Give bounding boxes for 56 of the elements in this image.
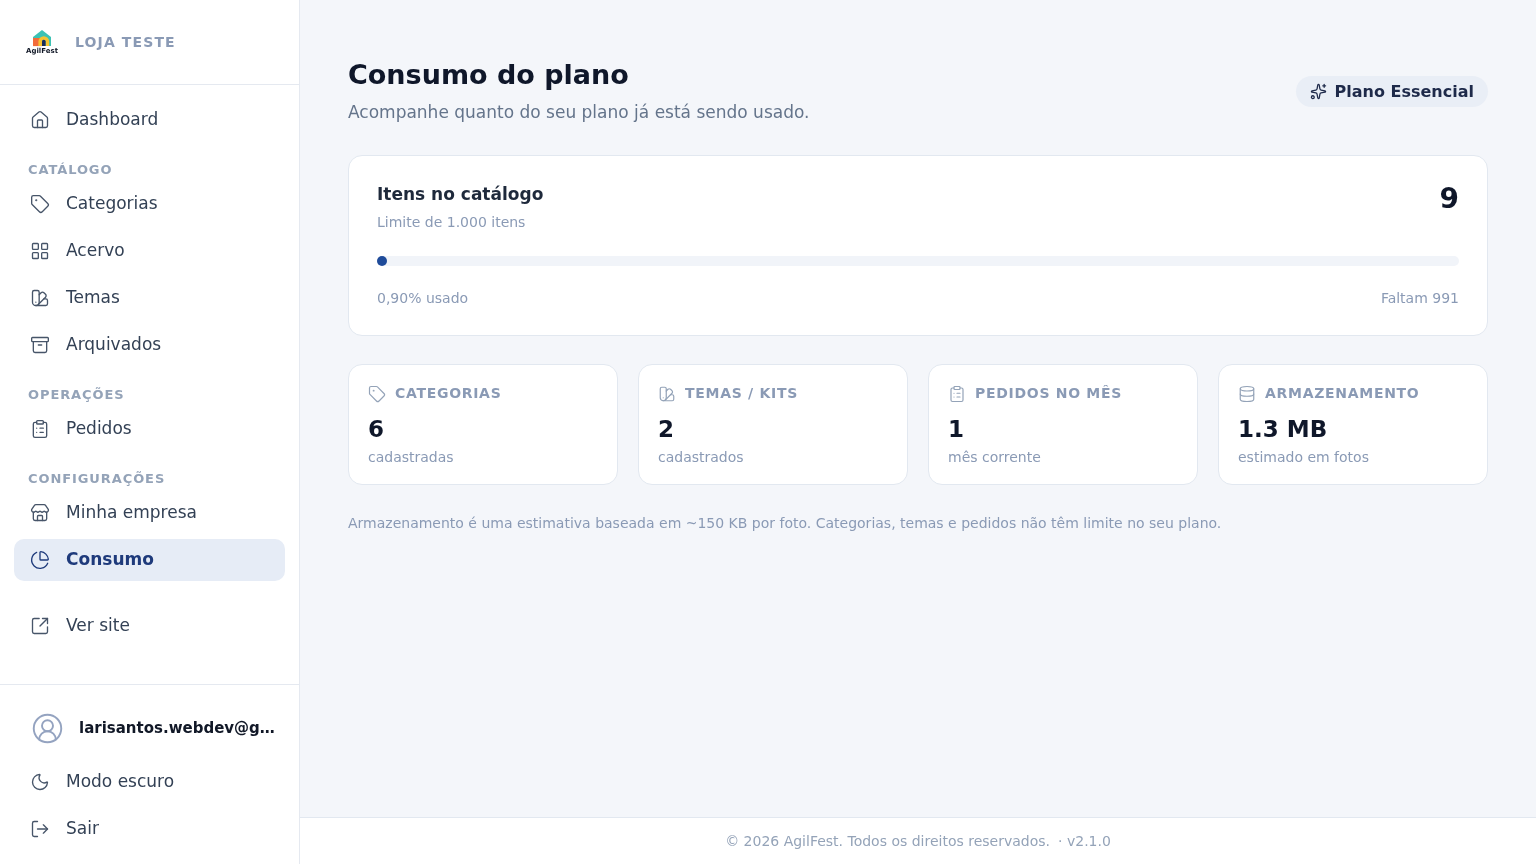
tag-icon <box>368 384 386 403</box>
footer-copyright: © 2026 AgilFest. Todos os direitos reservados. <box>725 831 1051 851</box>
stat-label: ARMAZENAMENTO <box>1265 384 1420 403</box>
swatch-book-icon <box>30 288 50 308</box>
usage-title: Itens no catálogo <box>377 182 544 206</box>
nav-section-heading: OPERAÇÕES <box>27 387 126 403</box>
user-account[interactable]: larisantos.webdev@g… <box>14 703 285 753</box>
stat-label: TEMAS / KITS <box>685 384 798 403</box>
stat-value: 1.3 MB <box>1238 415 1329 443</box>
nav-item[interactable]: Acervo <box>14 230 285 272</box>
view-site-link[interactable]: Ver site <box>14 605 285 647</box>
nav-item[interactable]: Temas <box>14 277 285 319</box>
stat-label: CATEGORIAS <box>395 384 502 403</box>
logout-icon <box>30 819 50 839</box>
database-icon <box>1238 384 1256 403</box>
sparkles-icon <box>1309 83 1327 101</box>
usage-limit: Limite de 1.000 itens <box>377 213 527 232</box>
nav-item[interactable]: Arquivados <box>14 324 285 366</box>
footer-version: · v2.1.0 <box>1058 831 1111 851</box>
usage-remaining: Faltam 991 <box>1380 289 1459 308</box>
storage-note: Armazenamento é uma estimativa baseada em ~150 KB por foto. Categorias, temas e pedidos não têm limite no seu plano. <box>348 514 1223 533</box>
stat-value: 2 <box>658 415 675 443</box>
nav-item[interactable]: Dashboard <box>14 99 285 141</box>
grid-icon <box>30 241 50 261</box>
moon-icon <box>30 772 50 792</box>
store-name: LOJA TESTE <box>75 32 176 52</box>
plan-name: Plano Essencial <box>1334 80 1474 103</box>
usage-count: 9 <box>1439 184 1459 213</box>
clipboard-icon <box>30 419 50 439</box>
stat-caption: mês corrente <box>948 448 1042 467</box>
stat-caption: estimado em fotos <box>1238 448 1370 467</box>
stat-value: 1 <box>948 415 965 443</box>
pie-chart-icon <box>30 550 50 570</box>
sidebar-action[interactable]: Modo escuro <box>14 761 285 803</box>
user-avatar-icon <box>31 711 64 745</box>
archive-box-icon <box>30 335 50 355</box>
stat-caption: cadastradas <box>368 448 455 467</box>
storefront-icon <box>30 503 50 523</box>
nav-section-heading: CONFIGURAÇÕES <box>27 471 167 487</box>
nav-item[interactable]: Consumo <box>14 539 285 581</box>
page-title: Consumo do plano <box>348 58 630 92</box>
clipboard-icon <box>948 384 966 403</box>
nav-item[interactable]: Minha empresa <box>14 492 285 534</box>
external-link-icon <box>30 616 50 636</box>
usage-percent: 0,90% usado <box>377 289 469 308</box>
page-subtitle: Acompanhe quanto do seu plano já está sendo usado. <box>348 101 810 124</box>
stat-value: 6 <box>368 415 385 443</box>
stat-caption: cadastrados <box>658 448 745 467</box>
tag-icon <box>30 194 50 214</box>
sidebar-action[interactable]: Sair <box>14 808 285 850</box>
stat-label: PEDIDOS NO MÊS <box>975 384 1122 403</box>
home-icon <box>30 110 50 130</box>
nav-item[interactable]: Pedidos <box>14 408 285 450</box>
nav-section-heading: CATÁLOGO <box>27 162 114 178</box>
nav-item[interactable]: Categorias <box>14 183 285 225</box>
swatch-book-icon <box>658 384 676 403</box>
